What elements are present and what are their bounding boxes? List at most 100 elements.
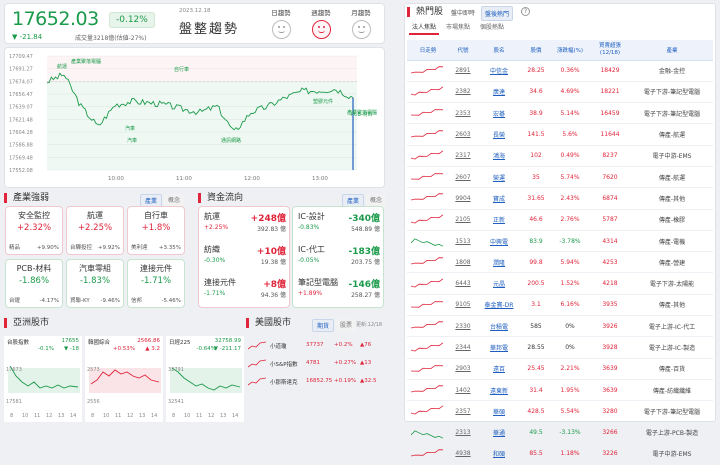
table-row[interactable]: 2603 長榮 141.5 5.6% 11644 傳產-航運 [407, 123, 713, 146]
table-row[interactable]: 2105 正新 46.6 2.76% 5787 傳產-橡膠 [407, 209, 713, 231]
table-row[interactable]: 2903 遠百 25.45 2.21% 3639 傳產-百貨 [407, 358, 713, 380]
industry-card[interactable]: 航運 +2.25% 台驊投控 +9.92% [66, 206, 124, 255]
table-row[interactable]: 4938 和碩 85.5 1.18% 3226 電子中游-EMS [407, 443, 713, 465]
stock-name[interactable]: 潤隆 [477, 251, 521, 274]
stock-code[interactable]: 1808 [449, 251, 477, 274]
asia-index-card[interactable]: 台股指數 17655 -0.1% ▼ -18 17673 17581 8 10 11 1… [4, 336, 82, 422]
table-row[interactable]: 6443 元晶 200.5 1.52% 4218 電子下游-太陽能 [407, 272, 713, 295]
stock-code[interactable]: 2357 [449, 400, 477, 423]
stock-code[interactable]: 2344 [449, 336, 477, 359]
intraday-chart[interactable]: 17709.47 17691.27 17674.07 17656.47 17639.07… [4, 47, 385, 188]
stock-code[interactable]: 2382 [449, 81, 477, 104]
stock-code[interactable]: 2317 [449, 145, 477, 167]
money-flow-item[interactable]: IC-代工 -183億 -0.05% 203.75 億 [298, 244, 380, 274]
table-row[interactable]: 9105 泰金寶-DR 3.1 6.16% 3935 傳產-其他 [407, 294, 713, 317]
stock-pct: 2.21% [551, 358, 589, 380]
us-index-name: 小道瓊 [270, 344, 287, 350]
stock-name[interactable]: 遠百 [477, 358, 521, 380]
stock-name[interactable]: 廣達 [477, 81, 521, 104]
tab-intraday[interactable]: 盤中即時 [448, 6, 478, 19]
table-row[interactable]: 2344 華邦電 28.55 0% 3928 電子上游-IC-製造 [407, 336, 713, 359]
top-stock-name[interactable]: 精品 [9, 243, 20, 251]
stock-name[interactable]: 宏碁 [477, 102, 521, 125]
money-flow-item[interactable]: 連接元件 +8億 -1.71% 94.36 億 [204, 277, 286, 307]
stock-name[interactable]: 華碩 [477, 400, 521, 423]
table-row[interactable]: 2607 榮運 35 5.74% 7620 傳產-航運 [407, 166, 713, 189]
money-flow-item[interactable]: 紡織 +10億 -0.30% 19.38 億 [204, 244, 286, 274]
table-row[interactable]: 2330 台積電 585 0% 3926 電子上游-IC-代工 [407, 315, 713, 338]
top-stock-name[interactable]: 貿聯-KY [70, 296, 90, 304]
stock-code[interactable]: 2330 [449, 315, 477, 338]
tab-after-hours[interactable]: 盤後熱門 [481, 6, 514, 21]
y-low-label: 17581 [6, 399, 22, 405]
stock-name[interactable]: 長榮 [477, 123, 521, 146]
asia-index-card[interactable]: 日經225 32758.99 -0.64% ▼ -211.17 32791 32… [166, 336, 244, 422]
table-row[interactable]: 2382 廣達 34.6 4.69% 18221 電子下游-筆記型電腦 [407, 81, 713, 104]
top-stock-name[interactable]: 台燿 [9, 296, 20, 304]
stock-name[interactable]: 中興電 [477, 230, 521, 253]
table-row[interactable]: 1513 中興電 83.9 -3.78% 4314 傳產-電機 [407, 230, 713, 253]
stock-name[interactable]: 榮運 [477, 166, 521, 189]
stock-code[interactable]: 2607 [449, 166, 477, 189]
money-flow-item[interactable]: IC-設計 -340億 -0.83% 548.89 億 [298, 211, 380, 241]
stock-code[interactable]: 2105 [449, 209, 477, 231]
trend-monthly[interactable]: 月趨勢 [341, 7, 381, 39]
us-futures-row[interactable]: 小那斯達克 16852.75 +0.19% ▲32.5 [246, 374, 382, 390]
top-stock-name[interactable]: 台驊投控 [70, 243, 92, 251]
stock-code[interactable]: 4938 [449, 443, 477, 465]
subtab-stock[interactable]: 個股熱點 [477, 20, 507, 33]
money-flow-item[interactable]: 筆記型電腦 -146億 +1.89% 258.27 億 [298, 277, 380, 307]
trend-weekly[interactable]: 週趨勢 [301, 7, 341, 39]
money-flow-item[interactable]: 航運 +248億 +2.25% 392.83 億 [204, 211, 286, 241]
us-futures-row[interactable]: 小道瓊 37737 +0.2% ▲76 [246, 338, 382, 354]
tab-futures[interactable]: 期貨 [312, 319, 335, 332]
industry-card[interactable]: 連接元件 -1.71% 信邦 -5.46% [127, 259, 185, 308]
stock-name[interactable]: 華邦電 [477, 336, 521, 359]
stock-code[interactable]: 9105 [449, 294, 477, 317]
trend-daily-label: 日趨勢 [271, 9, 291, 17]
stock-code[interactable]: 2603 [449, 123, 477, 146]
stock-code[interactable]: 1402 [449, 379, 477, 402]
top-stock-name[interactable]: 美利達 [131, 243, 148, 251]
stock-name[interactable]: 中信金 [477, 60, 521, 82]
table-row[interactable]: 2891 中信金 28.25 0.36% 18429 金融-金控 [407, 60, 713, 82]
stock-code[interactable]: 9904 [449, 187, 477, 210]
table-row[interactable]: 2317 鴻海 102 0.49% 8237 電子中游-EMS [407, 145, 713, 167]
stock-name[interactable]: 和碩 [477, 443, 521, 465]
stock-name[interactable]: 華通 [477, 422, 521, 444]
table-row[interactable]: 1402 遠東新 31.4 1.95% 3639 傳產-紡織纖維 [407, 379, 713, 402]
stock-name[interactable]: 元晶 [477, 272, 521, 295]
stock-name[interactable]: 台積電 [477, 315, 521, 338]
stock-pct: 0% [551, 315, 589, 338]
table-row[interactable]: 2353 宏碁 38.9 5.14% 16459 電子下游-筆記型電腦 [407, 102, 713, 125]
table-row[interactable]: 9904 寶成 31.65 2.43% 6874 傳產-其他 [407, 187, 713, 210]
stock-name[interactable]: 寶成 [477, 187, 521, 210]
asia-index-card[interactable]: 韓國綜合 2566.86 +0.53% ▲ 3.2 2573 2556 8 10 11… [85, 336, 163, 422]
stock-code[interactable]: 6443 [449, 272, 477, 295]
stock-net-buy: 5787 [589, 209, 631, 231]
stock-name[interactable]: 泰金寶-DR [477, 294, 521, 317]
tab-stocks[interactable]: 股票 [336, 319, 357, 332]
stock-code[interactable]: 2903 [449, 358, 477, 380]
stock-name[interactable]: 遠東新 [477, 379, 521, 402]
industry-card[interactable]: 汽車零組 -1.83% 貿聯-KY -9.46% [66, 259, 124, 308]
top-stock-name[interactable]: 信邦 [131, 296, 142, 304]
table-row[interactable]: 2357 華碩 428.5 5.54% 3280 電子下游-筆記型電腦 [407, 400, 713, 423]
industry-card[interactable]: 自行車 +1.8% 美利達 +3.35% [127, 206, 185, 255]
table-row[interactable]: 1808 潤隆 99.8 5.94% 4253 傳產-營建 [407, 251, 713, 274]
stock-name[interactable]: 鴻海 [477, 145, 521, 167]
stock-code[interactable]: 1513 [449, 230, 477, 253]
stock-code[interactable]: 2353 [449, 102, 477, 125]
money-flow-title: 資金流向 [198, 193, 243, 203]
subtab-institutional[interactable]: 法人焦點 [409, 20, 440, 35]
us-futures-row[interactable]: 小S&P指數 4781 +0.27% ▲13 [246, 356, 382, 372]
industry-card[interactable]: 安全監控 +2.32% 精品 +9.90% [5, 206, 63, 255]
industry-card[interactable]: PCB-材料 -1.86% 台燿 -4.17% [5, 259, 63, 308]
stock-code[interactable]: 2891 [449, 60, 477, 82]
stock-name[interactable]: 正新 [477, 209, 521, 231]
trend-daily[interactable]: 日趨勢 [261, 7, 301, 39]
stock-code[interactable]: 2313 [449, 422, 477, 444]
table-row[interactable]: 2313 華通 49.5 -3.13% 3266 電子上游-PCB-製造 [407, 422, 713, 444]
subtab-market[interactable]: 市場焦點 [443, 20, 473, 33]
help-icon[interactable]: ? [521, 7, 530, 16]
